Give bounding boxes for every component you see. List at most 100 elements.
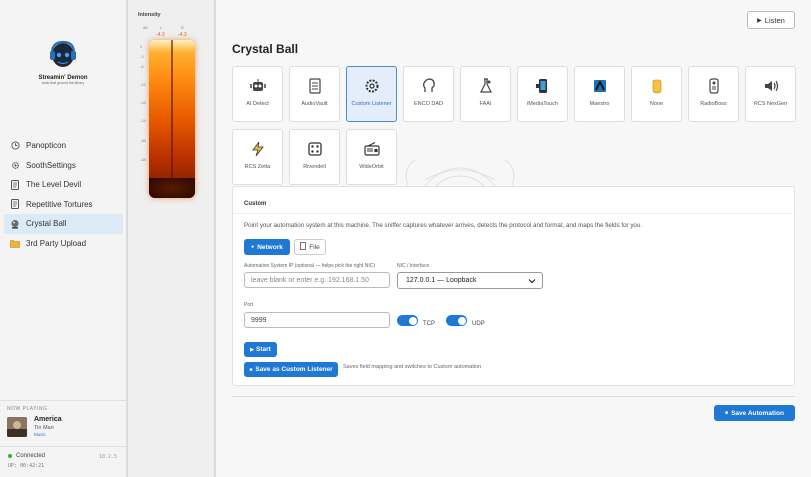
document-icon <box>10 199 20 210</box>
tile-rcs-nexgen[interactable]: RCS NexGen <box>745 66 796 122</box>
tcp-toggle[interactable] <box>397 315 418 326</box>
network-toggle-button[interactable]: ● Network <box>244 239 290 255</box>
sidebar-item-crystal-ball[interactable]: Crystal Ball <box>4 214 123 234</box>
meter-channel-l: L <box>160 25 163 30</box>
sidebar-item-label: 3rd Party Upload <box>26 238 87 248</box>
sidebar-item-label: Crystal Ball <box>26 219 67 229</box>
now-playing-tag: Music <box>34 432 46 437</box>
play-icon: ▶ <box>250 346 255 353</box>
tile-label: Rivendell <box>303 164 326 170</box>
save-automation-button[interactable]: ■ Save Automation <box>714 405 795 421</box>
version-label: 10.2.5 <box>98 454 117 460</box>
tcp-label: TCP <box>423 321 435 327</box>
sidebar: Streamin' Demon tools that ground the li… <box>0 0 127 477</box>
tile-label: ENCO DAD <box>413 101 444 107</box>
save-automation-label: Save Automation <box>731 409 784 417</box>
radio-icon <box>363 140 381 158</box>
meter-unit-label: dB <box>143 25 148 30</box>
meter-tick: 0 <box>140 44 143 49</box>
lab-icon <box>477 77 495 95</box>
save-hint: Saves field mapping and switches to Cust… <box>343 364 482 370</box>
automation-ip-input[interactable]: leave blank or enter e.g. 192.168.1.50 <box>244 272 390 288</box>
sidebar-item-soothsettings[interactable]: SoothSettings <box>4 156 123 176</box>
tile-label: WideOrbit <box>359 164 384 170</box>
meter-tick: -6 <box>140 64 144 69</box>
tile-audiovault[interactable]: AudioVault <box>289 66 340 122</box>
meter-base <box>149 178 195 198</box>
tile-imediatouch[interactable]: iMediaTouch <box>517 66 568 122</box>
intensity-meter-panel: Intensity dB L R -4.3 -4.3 0 -3 -6 -12 -… <box>128 0 214 477</box>
save-as-custom-listener-button[interactable]: ■ Save as Custom Listener <box>244 362 338 377</box>
folder-icon <box>10 238 20 248</box>
remote-icon <box>705 77 723 95</box>
robot-icon <box>249 77 267 95</box>
album-art <box>7 417 27 437</box>
tile-maestro[interactable]: Maestro <box>574 66 625 122</box>
tile-radioboss[interactable]: RadioBoss <box>688 66 739 122</box>
port-input[interactable]: 9999 <box>244 312 390 328</box>
meter-tick: -48 <box>140 157 146 162</box>
uptime-label: UP: 00:42:21 <box>8 463 45 469</box>
crystal-ball-icon <box>10 219 20 229</box>
save-icon: ■ <box>249 366 253 373</box>
tile-enco-dad[interactable]: ENCO DAD <box>403 66 454 122</box>
tile-label: RCS NexGen <box>753 101 788 107</box>
save-listener-label: Save as Custom Listener <box>255 366 333 373</box>
port-field-label: Port <box>244 302 254 308</box>
listen-label: Listen <box>764 15 785 25</box>
meter-tick: -18 <box>140 100 146 105</box>
sidebar-item-3rd-party-upload[interactable]: 3rd Party Upload <box>4 234 123 254</box>
lightning-icon <box>249 140 267 158</box>
network-label: Network <box>257 243 283 251</box>
clock-icon <box>10 141 20 151</box>
card-description: Point your automation system at this mac… <box>244 222 643 229</box>
now-playing-artist: Tin Man <box>34 425 54 431</box>
udp-label: UDP <box>472 321 485 327</box>
tile-none[interactable]: None <box>631 66 682 122</box>
tile-ai-detect[interactable]: AI Detect <box>232 66 283 122</box>
file-toggle-button[interactable]: File <box>294 239 326 255</box>
nic-field-label: NIC / Interface <box>397 263 430 269</box>
meter-peak-l: -4.3 <box>156 32 165 38</box>
now-playing: NOW PLAYING America Tin Man Music <box>0 400 127 444</box>
nic-select[interactable]: 127.0.0.1 — Loopback <box>397 272 543 289</box>
sidebar-nav: Panopticon SoothSettings The Level Devil… <box>4 136 123 253</box>
now-playing-heading: NOW PLAYING <box>7 406 48 412</box>
sidebar-item-label: SoothSettings <box>26 160 76 170</box>
ip-field-label: Automation System IP (optional — helps p… <box>244 263 376 269</box>
start-button[interactable]: ▶ Start <box>244 342 277 357</box>
tile-custom-listener[interactable]: Custom Listener <box>346 66 397 122</box>
sidebar-item-the-level-devil[interactable]: The Level Devil <box>4 175 123 195</box>
connection-label: Connected <box>16 453 46 459</box>
sidebar-item-repetitive-tortures[interactable]: Repetitive Tortures <box>4 195 123 215</box>
meter-tick: -3 <box>140 54 144 59</box>
tile-label: iMediaTouch <box>527 101 558 107</box>
meter-channel-r: R <box>181 25 184 30</box>
gear-icon <box>363 77 381 95</box>
tile-wideorbit[interactable]: WideOrbit <box>346 129 397 185</box>
meter-divider <box>171 40 173 198</box>
phone-icon <box>534 77 552 95</box>
listen-button[interactable]: ▶ Listen <box>747 11 795 29</box>
file-icon <box>300 242 307 252</box>
status-bar: Connected 10.2.5 UP: 00:42:21 <box>0 446 127 477</box>
tile-label: RadioBoss <box>700 101 727 107</box>
meter-tick: -36 <box>140 138 146 143</box>
tile-label: Custom Listener <box>351 101 392 107</box>
tile-rcs-zetta[interactable]: RCS Zetta <box>232 129 283 185</box>
now-playing-title: America <box>34 416 62 423</box>
start-label: Start <box>256 346 271 353</box>
sidebar-item-panopticon[interactable]: Panopticon <box>4 136 123 156</box>
tile-label: RCS Zetta <box>244 164 271 170</box>
udp-toggle[interactable] <box>446 315 467 326</box>
tile-rivendell[interactable]: Rivendell <box>289 129 340 185</box>
sidebar-item-label: The Level Devil <box>26 180 82 190</box>
meter-tick: -12 <box>140 82 146 87</box>
page-title: Crystal Ball <box>232 42 299 56</box>
speaker-icon <box>762 77 780 95</box>
tile-label: AI Detect <box>246 101 269 107</box>
meter-bar <box>149 40 195 198</box>
hand-icon <box>648 77 666 95</box>
tile-faai[interactable]: FAAI <box>460 66 511 122</box>
tile-label: Maestro <box>589 101 610 107</box>
